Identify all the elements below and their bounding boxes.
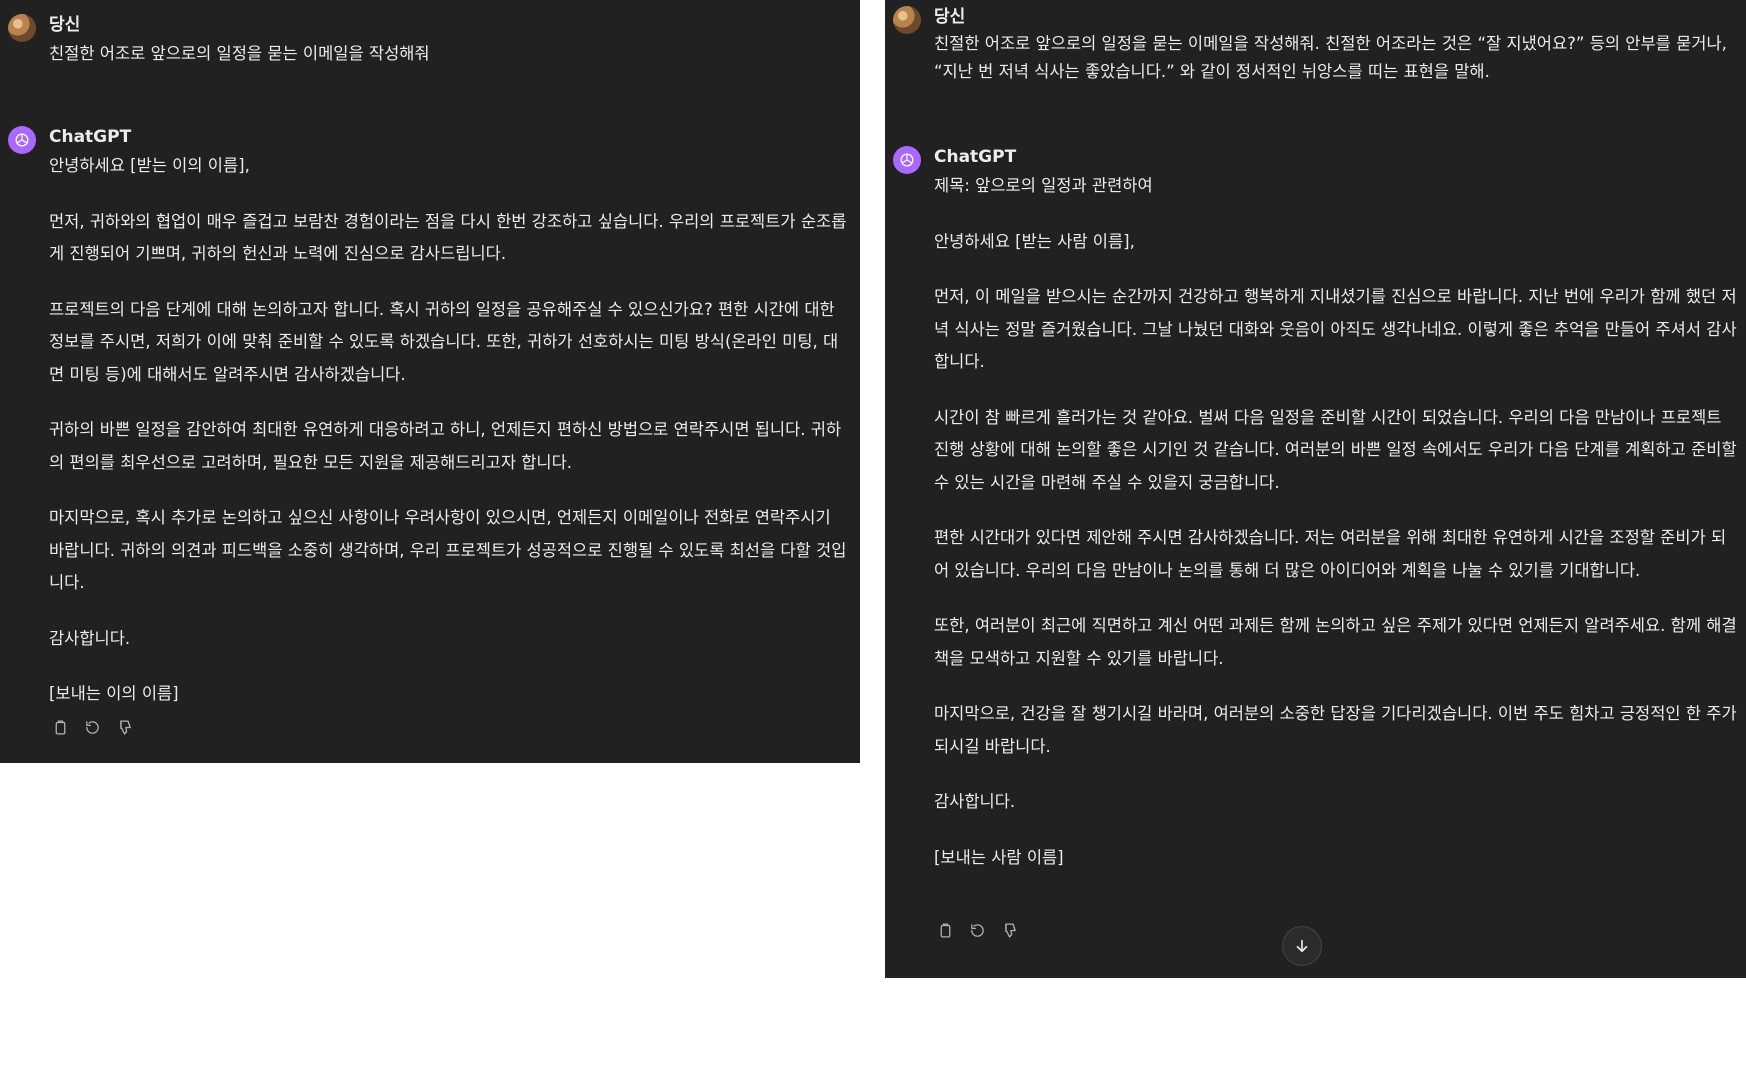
message-paragraph: 안녕하세요 [받는 사람 이름], bbox=[934, 231, 1135, 251]
message-paragraph: 제목: 앞으로의 일정과 관련하여 bbox=[934, 176, 1153, 195]
chat-panel-left: 당신 친절한 어조로 앞으로의 일정을 묻는 이메일을 작성해줘 ChatGPT… bbox=[0, 0, 860, 763]
assistant-message: 제목: 앞으로의 일정과 관련하여 안녕하세요 [받는 사람 이름], 먼저, … bbox=[934, 170, 1739, 874]
message-actions bbox=[936, 921, 1018, 939]
message-paragraph: 안녕하세요 [받는 이의 이름], bbox=[49, 156, 250, 175]
user-message: 친절한 어조로 앞으로의 일정을 묻는 이메일을 작성해줘. 친절한 어조라는 … bbox=[934, 34, 1727, 81]
user-avatar bbox=[8, 14, 36, 42]
message-paragraph: 마지막으로, 혹시 추가로 논의하고 싶으신 사항이나 우려사항이 있으시면, … bbox=[49, 508, 847, 592]
regenerate-icon[interactable] bbox=[968, 921, 986, 939]
openai-logo-icon bbox=[15, 133, 29, 147]
thumbs-down-icon[interactable] bbox=[1000, 921, 1018, 939]
chatgpt-avatar bbox=[8, 126, 36, 154]
message-paragraph: 마지막으로, 건강을 잘 챙기시길 바라며, 여러분의 소중한 답장을 기다리겠… bbox=[934, 704, 1737, 756]
user-name: 당신 bbox=[934, 7, 966, 27]
message-paragraph: [보내는 이의 이름] bbox=[49, 684, 179, 703]
message-paragraph: 시간이 참 빠르게 흘러가는 것 같아요. 벌써 다음 일정을 준비할 시간이 … bbox=[934, 407, 1737, 492]
assistant-message: 안녕하세요 [받는 이의 이름], 먼저, 귀하와의 협업이 매우 즐겁고 보람… bbox=[49, 150, 849, 711]
message-paragraph: 먼저, 이 메일을 받으시는 순간까지 건강하고 행복하게 지내셨기를 진심으로… bbox=[934, 287, 1737, 371]
message-paragraph: 감사합니다. bbox=[49, 628, 131, 648]
chatgpt-avatar bbox=[893, 146, 921, 174]
scroll-to-bottom-button[interactable] bbox=[1282, 926, 1322, 966]
message-paragraph: 프로젝트의 다음 단계에 대해 논의하고자 합니다. 혹시 귀하의 일정을 공유… bbox=[49, 299, 839, 384]
assistant-name: ChatGPT bbox=[934, 147, 1017, 167]
assistant-name: ChatGPT bbox=[49, 127, 132, 147]
message-paragraph: 먼저, 귀하와의 협업이 매우 즐겁고 보람찬 경험이라는 점을 다시 한번 강… bbox=[49, 211, 847, 264]
message-actions bbox=[51, 718, 133, 736]
message-paragraph: 귀하의 바쁜 일정을 감안하여 최대한 유연하게 대응하려고 하니, 언제든지 … bbox=[49, 420, 842, 472]
user-message: 친절한 어조로 앞으로의 일정을 묻는 이메일을 작성해줘 bbox=[49, 44, 430, 63]
thumbs-down-icon[interactable] bbox=[115, 718, 133, 736]
message-paragraph: 또한, 여러분이 최근에 직면하고 계신 어떤 과제든 함께 논의하고 싶은 주… bbox=[934, 616, 1737, 668]
copy-icon[interactable] bbox=[51, 718, 69, 736]
message-paragraph: 감사합니다. bbox=[934, 792, 1016, 811]
user-avatar bbox=[893, 6, 921, 34]
openai-logo-icon bbox=[900, 153, 914, 167]
message-paragraph: [보내는 사람 이름] bbox=[934, 847, 1064, 867]
user-name: 당신 bbox=[49, 15, 81, 35]
chat-panel-right: 당신 친절한 어조로 앞으로의 일정을 묻는 이메일을 작성해줘. 친절한 어조… bbox=[885, 0, 1746, 978]
message-paragraph: 편한 시간대가 있다면 제안해 주시면 감사하겠습니다. 저는 여러분을 위해 … bbox=[934, 528, 1727, 580]
copy-icon[interactable] bbox=[936, 921, 954, 939]
arrow-down-icon bbox=[1296, 939, 1308, 953]
regenerate-icon[interactable] bbox=[83, 718, 101, 736]
